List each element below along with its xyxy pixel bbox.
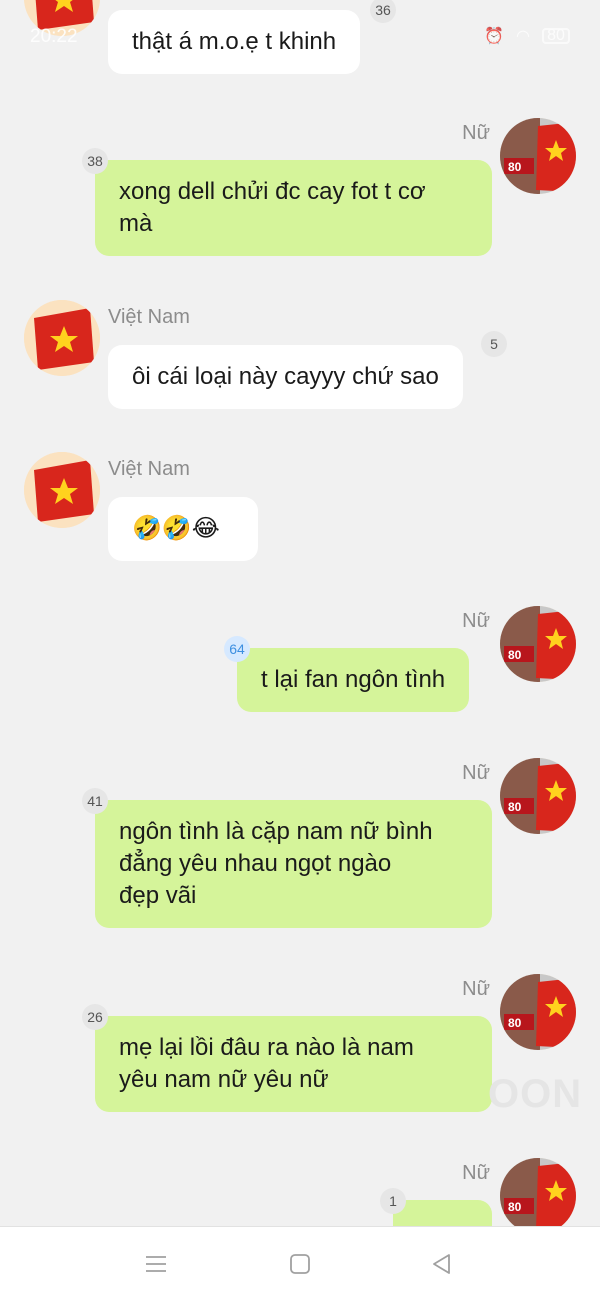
reaction-count-badge[interactable]: 38 bbox=[82, 148, 108, 174]
avatar-badge-text: 80 bbox=[508, 800, 522, 814]
home-icon[interactable] bbox=[285, 1249, 315, 1279]
avatar-badge-text: 80 bbox=[508, 1016, 522, 1030]
avatar-badge-text: 80 bbox=[508, 160, 522, 174]
message-bubble[interactable]: ngôn tình là cặp nam nữ bình đẳng yêu nh… bbox=[95, 800, 492, 928]
reaction-count-badge[interactable]: 1 bbox=[380, 1188, 406, 1214]
avatar-vietnam[interactable] bbox=[24, 300, 100, 376]
avatar-nu[interactable]: 80 bbox=[500, 974, 576, 1050]
alarm-icon: ⏰ bbox=[484, 28, 505, 45]
watermark: OON bbox=[488, 1072, 583, 1116]
status-bar: 20:22 ⏰ ◠ 80 bbox=[0, 22, 600, 52]
reaction-count-badge[interactable]: 5 bbox=[481, 331, 507, 357]
chat-thread: 20:22 ⏰ ◠ 80 thật á m.o.ẹ t khinh 36 Nữ … bbox=[0, 0, 600, 1226]
message-text: mẹ lại lồi đâu ra nào là nam yêu nam nữ … bbox=[119, 1034, 414, 1093]
reaction-count-badge[interactable]: 26 bbox=[82, 1004, 108, 1030]
avatar-nu[interactable]: 80 bbox=[500, 758, 576, 834]
avatar-nu[interactable]: 80 bbox=[500, 1158, 576, 1226]
sender-name: Nữ bbox=[462, 1162, 490, 1184]
message-text: xong dell chửi đc cay fot t cơ mà bbox=[119, 178, 426, 237]
message-text: t lại fan ngôn tình bbox=[261, 666, 446, 693]
battery-icon: 80 bbox=[542, 28, 570, 44]
sender-name: Nữ bbox=[462, 762, 490, 784]
status-icons: ⏰ ◠ 80 bbox=[484, 26, 570, 46]
sender-name: Nữ bbox=[462, 122, 490, 144]
avatar-badge-text: 80 bbox=[508, 648, 522, 662]
message-bubble[interactable]: t lại fan ngôn tình bbox=[237, 648, 470, 712]
message-bubble[interactable]: xong dell chửi đc cay fot t cơ mà bbox=[95, 160, 492, 256]
avatar-nu[interactable]: 80 bbox=[500, 606, 576, 682]
menu-icon[interactable] bbox=[141, 1249, 171, 1279]
message-bubble[interactable]: ôi cái loại này cayyy chứ sao bbox=[108, 345, 463, 409]
message-bubble[interactable]: mẹ lại lồi đâu ra nào là nam yêu nam nữ … bbox=[95, 1016, 492, 1112]
avatar-nu[interactable]: 80 bbox=[500, 118, 576, 194]
message-bubble[interactable] bbox=[393, 1200, 492, 1226]
reaction-count-badge[interactable]: 36 bbox=[370, 0, 396, 23]
avatar-vietnam[interactable] bbox=[24, 452, 100, 528]
message-text: ngôn tình là cặp nam nữ bình đẳng yêu nh… bbox=[119, 818, 433, 909]
back-icon[interactable] bbox=[427, 1249, 457, 1279]
avatar-badge-text: 80 bbox=[508, 1200, 522, 1214]
sender-name: Nữ bbox=[462, 610, 490, 632]
status-time: 20:22 bbox=[30, 26, 78, 47]
system-navigation-bar bbox=[0, 1226, 600, 1300]
wifi-icon: ◠ bbox=[516, 28, 530, 45]
reaction-count-badge[interactable]: 64 bbox=[224, 636, 250, 662]
message-text: 🤣🤣😂 bbox=[132, 515, 220, 542]
message-text: ôi cái loại này cayyy chứ sao bbox=[132, 363, 439, 390]
sender-name: Nữ bbox=[462, 978, 490, 1000]
reaction-count-badge[interactable]: 41 bbox=[82, 788, 108, 814]
sender-name: Việt Nam bbox=[108, 306, 190, 328]
message-bubble[interactable]: 🤣🤣😂 bbox=[108, 497, 258, 561]
sender-name: Việt Nam bbox=[108, 458, 190, 480]
